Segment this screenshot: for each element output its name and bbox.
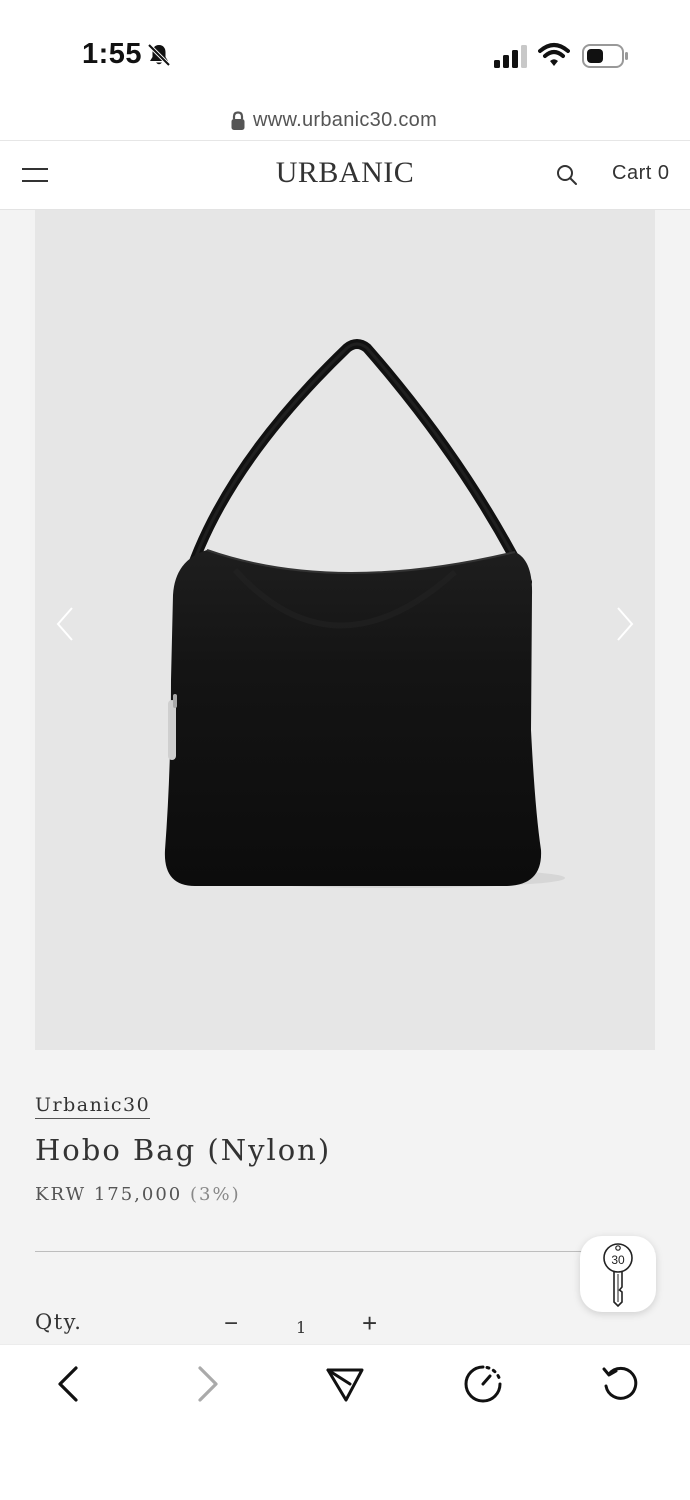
key-icon: 30 xyxy=(603,1243,633,1308)
chevron-right-icon[interactable] xyxy=(612,604,638,649)
discount-value: (3%) xyxy=(190,1184,241,1205)
price-value: KRW 175,000 xyxy=(35,1184,183,1205)
share-icon[interactable] xyxy=(324,1364,366,1409)
qty-decrease-button[interactable]: − xyxy=(224,1310,238,1338)
signal-icon xyxy=(494,44,528,73)
speed-icon[interactable] xyxy=(462,1364,504,1409)
qty-value[interactable]: 1 xyxy=(296,1318,306,1337)
back-icon[interactable] xyxy=(52,1364,86,1409)
wifi-icon xyxy=(538,42,570,73)
qty-increase-button[interactable]: + xyxy=(362,1308,377,1339)
menu-icon[interactable] xyxy=(22,164,48,186)
bell-slash-icon xyxy=(146,42,172,73)
product-image[interactable] xyxy=(35,210,655,1050)
forward-icon[interactable] xyxy=(190,1364,224,1409)
product-price: KRW 175,000 (3%) xyxy=(35,1184,241,1205)
lock-icon xyxy=(230,111,246,136)
battery-icon xyxy=(582,44,630,73)
chevron-left-icon[interactable] xyxy=(52,604,78,649)
status-time: 1:55 xyxy=(82,38,143,70)
reload-icon[interactable] xyxy=(600,1364,642,1409)
brand-link[interactable]: Urbanic30 xyxy=(35,1094,151,1119)
cart-link[interactable]: Cart 0 xyxy=(612,162,669,185)
search-icon[interactable] xyxy=(556,164,578,191)
key-badge: 30 xyxy=(611,1253,625,1267)
product-title: Hobo Bag (Nylon) xyxy=(35,1133,332,1167)
hobo-bag-illustration xyxy=(164,339,565,888)
qty-label: Qty. xyxy=(35,1310,83,1334)
divider xyxy=(35,1251,655,1252)
site-header xyxy=(0,140,690,210)
floating-key-button[interactable]: 30 xyxy=(580,1236,656,1312)
url-text[interactable]: www.urbanic30.com xyxy=(253,109,437,132)
